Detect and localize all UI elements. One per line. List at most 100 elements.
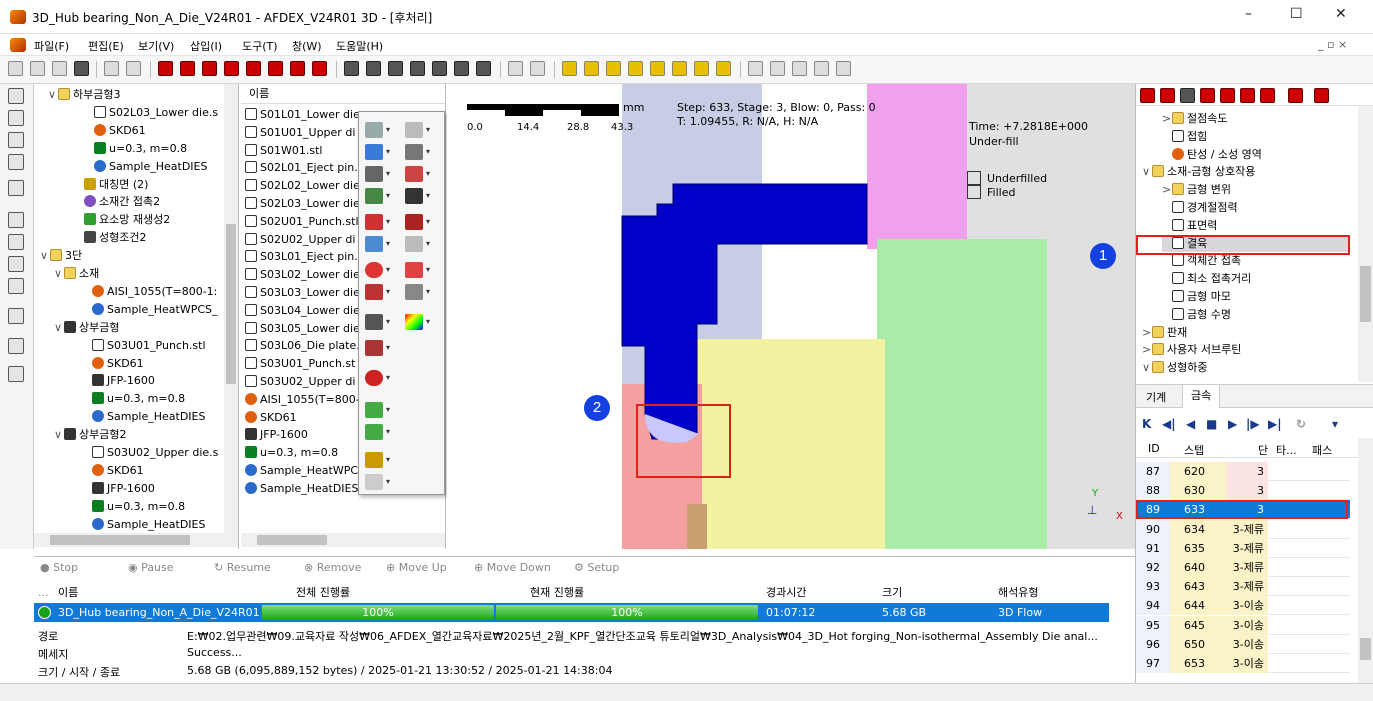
expand-icon[interactable]: ∨: [54, 426, 64, 443]
result-tree-item[interactable]: > 금형 변위: [1162, 181, 1231, 198]
cut-tool-icon[interactable]: [405, 214, 423, 230]
col-stage[interactable]: 단: [1258, 442, 1268, 458]
result-tree-item[interactable]: 금형 마모: [1162, 288, 1231, 305]
pause-button[interactable]: ◉ Pause: [128, 561, 173, 574]
monitor-icon[interactable]: [8, 154, 24, 170]
result-options-icon[interactable]: [1314, 88, 1329, 103]
grid-icon[interactable]: [530, 61, 545, 76]
tree-item[interactable]: 대칭면 (2): [74, 176, 148, 193]
object-list-item[interactable]: S03L04_Lower die: [245, 302, 360, 320]
col-elapsed[interactable]: 경과시간: [766, 583, 806, 603]
col-pass[interactable]: 패스: [1312, 442, 1332, 458]
box-tool-icon[interactable]: [405, 284, 423, 300]
tree-item[interactable]: u=0.3, m=0.8: [84, 140, 187, 157]
col-more[interactable]: ...: [38, 583, 49, 603]
view-side-icon[interactable]: [606, 61, 621, 76]
target-tool-icon[interactable]: [365, 370, 383, 386]
object-list-item[interactable]: S02U01_Punch.stl: [245, 213, 359, 231]
object-list-item[interactable]: S02L03_Lower die: [245, 195, 360, 213]
view-reset-icon[interactable]: [716, 61, 731, 76]
tree-scrollbar[interactable]: [224, 84, 238, 533]
object-list-item[interactable]: S03L03_Lower die: [245, 284, 360, 302]
result-tree-item[interactable]: 최소 접촉거리: [1162, 270, 1251, 287]
resume-button[interactable]: ↻ Resume: [214, 561, 271, 574]
color-tool-icon[interactable]: [365, 144, 383, 160]
die-view-icon[interactable]: [312, 61, 327, 76]
object-list-item[interactable]: S01W01.stl: [245, 142, 322, 160]
menu-tools[interactable]: 도구(T): [242, 38, 278, 54]
open-icon[interactable]: [30, 61, 45, 76]
result-tree-item[interactable]: > 사용자 서브루틴: [1142, 341, 1241, 358]
close-button[interactable]: ✕: [1335, 6, 1347, 22]
expand-icon[interactable]: >: [1162, 110, 1172, 127]
result-die-icon[interactable]: [1260, 88, 1275, 103]
hierarchy-icon[interactable]: [8, 234, 24, 250]
die-view-icon[interactable]: [268, 61, 283, 76]
tree-item[interactable]: 소재간 접촉2: [74, 193, 160, 210]
point-tool-icon[interactable]: [365, 262, 383, 278]
mesh-view-icon[interactable]: [432, 61, 447, 76]
object-list-item[interactable]: SKD61: [245, 409, 297, 427]
minimize-button[interactable]: –: [1245, 6, 1252, 22]
object-list-item[interactable]: S03L05_Lower die: [245, 320, 360, 338]
pin-tool-icon[interactable]: [405, 188, 423, 204]
expand-icon[interactable]: >: [1142, 324, 1152, 341]
step-row[interactable]: 91 635 3-제류: [1136, 538, 1350, 558]
view-back-icon[interactable]: [650, 61, 665, 76]
expand-icon[interactable]: ∨: [1142, 359, 1152, 376]
tree-item[interactable]: S02L03_Lower die.s: [84, 104, 218, 121]
tree-item[interactable]: ∨ 하부금형3: [48, 86, 120, 103]
result-die-icon[interactable]: [1220, 88, 1235, 103]
die-view-icon[interactable]: [180, 61, 195, 76]
graph-tool-icon[interactable]: [365, 340, 383, 356]
play-icon[interactable]: ▶: [1228, 417, 1237, 431]
result-tree-scroll-thumb[interactable]: [1360, 266, 1371, 322]
mesh-view-icon[interactable]: [388, 61, 403, 76]
mesh-view-icon[interactable]: [344, 61, 359, 76]
step-row[interactable]: 96 650 3-이송: [1136, 634, 1350, 654]
tree-item[interactable]: Sample_HeatDIES: [84, 158, 207, 175]
expand-icon[interactable]: ∨: [40, 247, 50, 264]
stop-button[interactable]: ● Stop: [40, 561, 78, 574]
contour-tool-icon[interactable]: [365, 314, 383, 330]
result-tree-scrollbar[interactable]: [1358, 106, 1373, 382]
menu-insert[interactable]: 삽입(I): [190, 38, 222, 54]
result-tree-item[interactable]: > 절점속도: [1162, 110, 1227, 127]
select-tool-icon[interactable]: [365, 122, 383, 138]
expand-icon[interactable]: ∨: [54, 319, 64, 336]
col-current-progress[interactable]: 현재 진행률: [530, 583, 584, 603]
die-view-icon[interactable]: [290, 61, 305, 76]
chart-tool-icon[interactable]: [365, 402, 383, 418]
tree-icon[interactable]: [8, 88, 24, 104]
tree-item[interactable]: S03U01_Punch.stl: [82, 337, 206, 354]
object-list-item[interactable]: S03U01_Punch.st: [245, 355, 355, 373]
tree-item[interactable]: ∨ 상부금형: [54, 319, 119, 336]
tree-item[interactable]: S03U02_Upper die.s: [82, 444, 218, 461]
first-step-icon[interactable]: K: [1142, 417, 1151, 431]
step-row[interactable]: 92 640 3-제류: [1136, 558, 1350, 577]
zoom-out-icon[interactable]: [792, 61, 807, 76]
col-job-name[interactable]: 이름: [58, 583, 78, 603]
result-tree-item[interactable]: ∨ 성형하중: [1142, 359, 1207, 376]
result-tree-item[interactable]: > 판재: [1142, 324, 1187, 341]
tree-item[interactable]: SKD61: [82, 462, 144, 479]
expand-icon[interactable]: ∨: [54, 265, 64, 282]
tree-item[interactable]: Sample_HeatWPCS_: [82, 301, 218, 318]
tree-item[interactable]: 성형조건2: [74, 229, 146, 246]
zoom-in-icon[interactable]: [770, 61, 785, 76]
col-blow[interactable]: 타...: [1276, 442, 1297, 458]
menu-edit[interactable]: 편집(E): [88, 38, 124, 54]
step-back-icon[interactable]: ◀: [1186, 417, 1195, 431]
tree-item[interactable]: 요소망 재생성2: [74, 211, 170, 228]
step-row[interactable]: 93 643 3-제류: [1136, 577, 1350, 597]
result-filter-icon[interactable]: [1288, 88, 1303, 103]
object-list-item[interactable]: S03L02_Lower die: [245, 266, 360, 284]
col-step[interactable]: 스텝: [1184, 442, 1204, 458]
mdi-controls[interactable]: _ ▫ ×: [1318, 38, 1347, 51]
mesh-tool-icon[interactable]: [365, 188, 383, 204]
rotate-view-icon[interactable]: [836, 61, 851, 76]
move-up-button[interactable]: ⊕ Move Up: [386, 561, 447, 574]
object-list-item[interactable]: S02L02_Lower die: [245, 177, 360, 195]
step-row[interactable]: 87 620 3: [1136, 462, 1350, 481]
result-tree-item[interactable]: 접힘: [1162, 128, 1207, 145]
